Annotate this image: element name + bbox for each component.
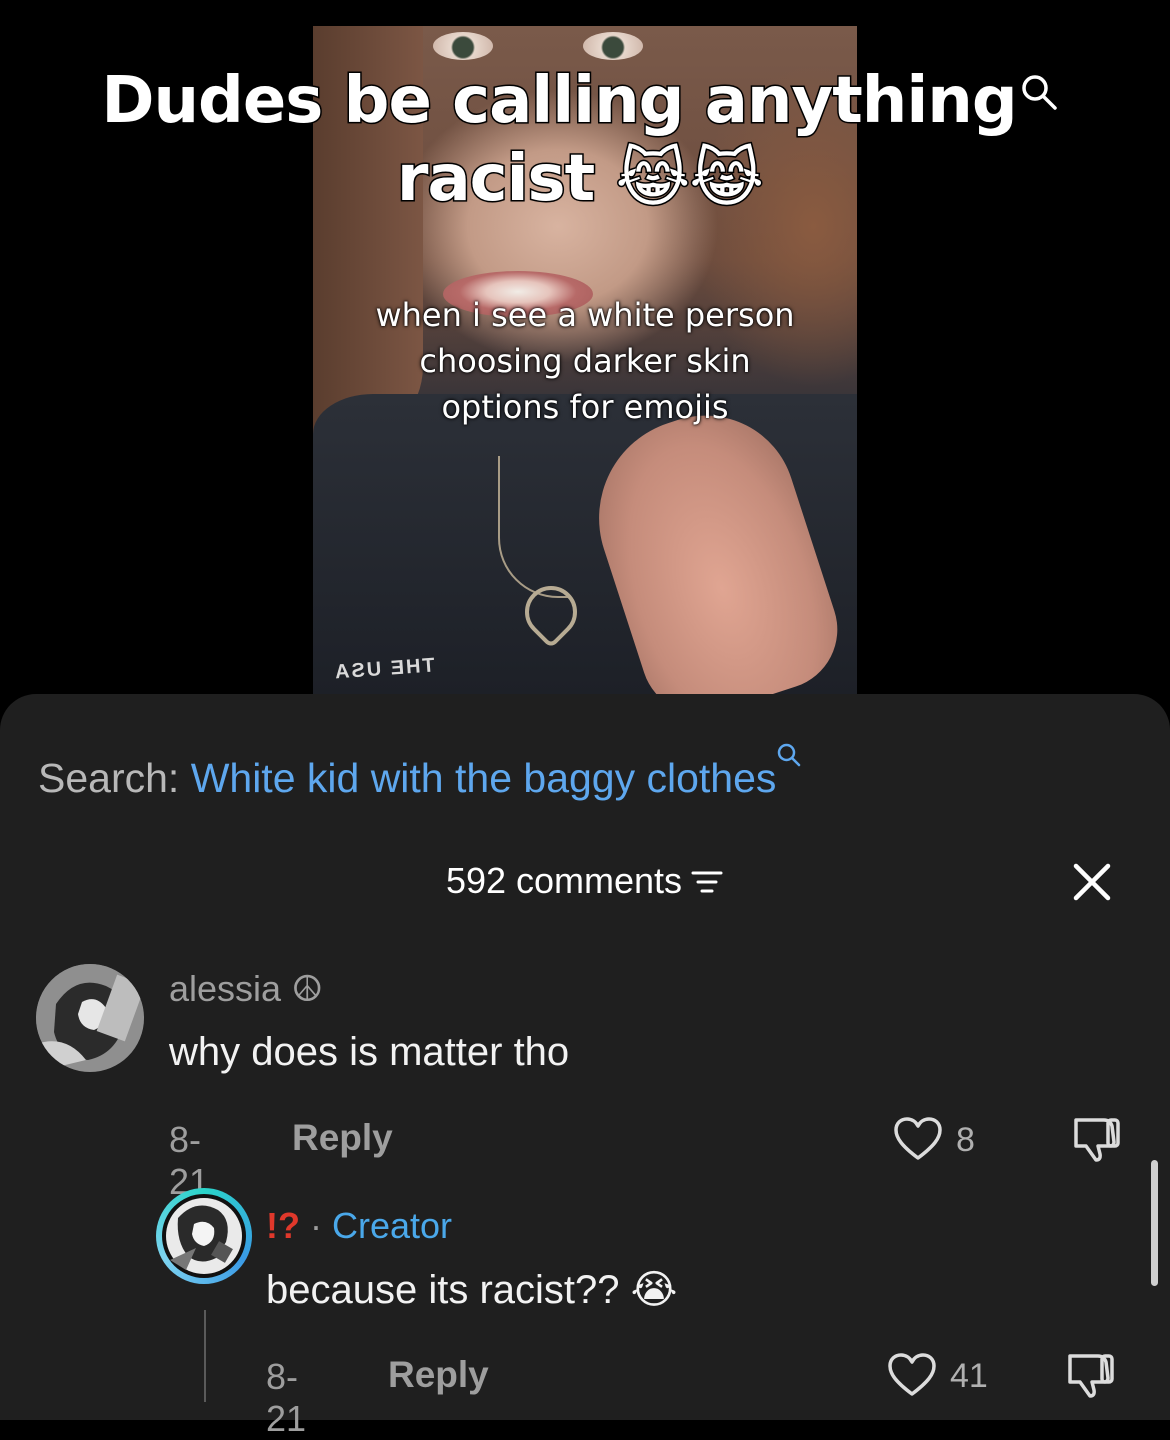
reply-text: because its racist?? 😭 (266, 1268, 678, 1312)
reply-button[interactable]: Reply (388, 1354, 489, 1396)
reply-button[interactable]: Reply (292, 1117, 393, 1159)
video-caption-line2: racist 😹😹 (395, 141, 765, 218)
search-prefix: Search: (38, 755, 191, 801)
thread-connector-line (204, 1310, 206, 1402)
avatar[interactable] (36, 964, 144, 1072)
overlay-line: choosing darker skin (419, 342, 751, 380)
comment-username[interactable]: alessia ☮ (169, 968, 323, 1010)
thumbs-down-icon[interactable] (1064, 1350, 1118, 1400)
creator-avatar[interactable] (156, 1188, 252, 1284)
overlay-line: options for emojis (441, 388, 729, 426)
creator-badge: Creator (331, 1205, 453, 1246)
avatar-image (36, 964, 144, 1072)
sort-icon[interactable] (690, 867, 724, 897)
like-count: 41 (950, 1357, 988, 1395)
heart-outline-icon[interactable] (892, 1116, 944, 1162)
close-icon[interactable] (1068, 858, 1116, 906)
video-eye-right (583, 32, 643, 60)
thumbs-down-icon[interactable] (1070, 1114, 1124, 1164)
search-icon[interactable] (1019, 72, 1059, 112)
video-player[interactable]: THE USA Dudes be calling anything racist… (0, 0, 1170, 720)
video-caption-line1: Dudes be calling anything (100, 62, 1060, 140)
creator-username-mark: !? (266, 1205, 300, 1246)
video-caption[interactable]: Dudes be calling anything racist 😹😹 (100, 62, 1060, 218)
search-term[interactable]: White kid with the baggy clothes (191, 755, 777, 801)
comments-count: 592 comments (445, 860, 683, 901)
comment-text: why does is matter tho (169, 1030, 570, 1074)
search-icon[interactable] (776, 742, 802, 768)
comments-header[interactable]: 592 comments (0, 860, 1170, 902)
video-eye-left (433, 32, 493, 60)
overlay-line: when i see a white person (375, 296, 795, 334)
username-separator: · (299, 1205, 332, 1246)
video-overlay-text: when i see a white person choosing darke… (313, 292, 857, 430)
scrollbar[interactable] (1151, 1160, 1158, 1286)
reply-username[interactable]: !? · Creator (266, 1205, 452, 1247)
reply-date: 8-21 (266, 1356, 307, 1439)
like-count: 8 (956, 1121, 975, 1159)
avatar-drawing (166, 1198, 242, 1274)
video-caption-line1-text: Dudes be calling anything (100, 63, 1019, 140)
heart-outline-icon[interactable] (886, 1352, 938, 1398)
related-search-link[interactable]: Search: White kid with the baggy clothes (38, 742, 802, 802)
